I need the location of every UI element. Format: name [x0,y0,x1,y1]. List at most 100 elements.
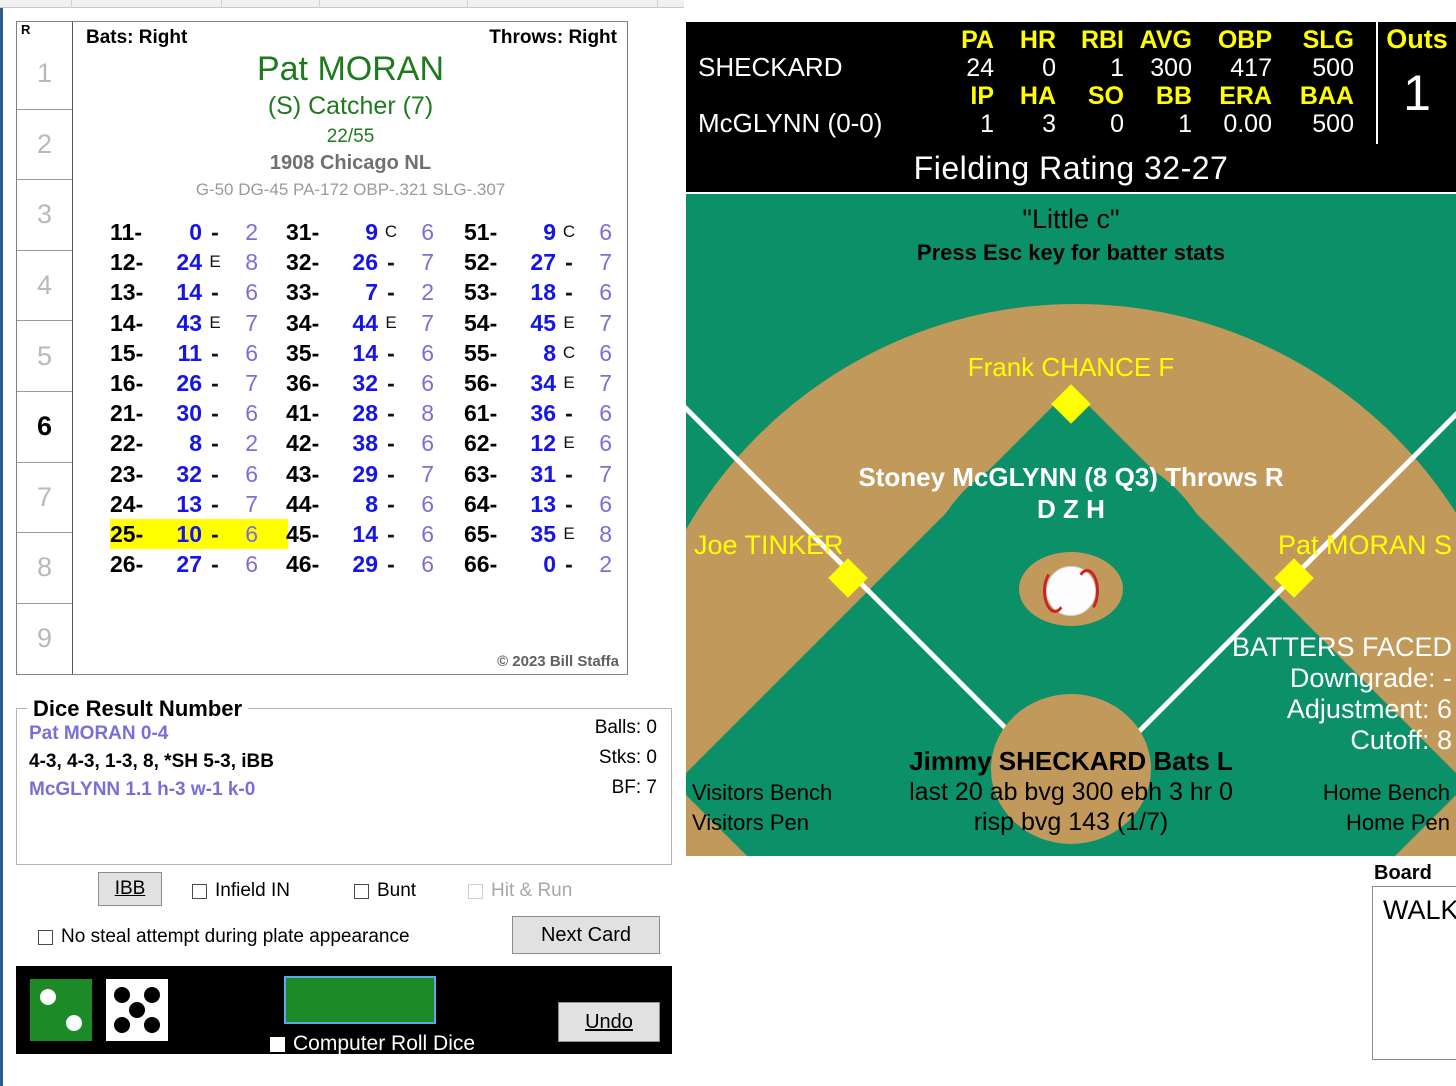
current-batter-name[interactable]: Jimmy SHECKARD Bats L [686,746,1456,777]
pit-hdrs-cell: SO [1087,82,1124,110]
infield-in-label: Infield IN [215,880,290,901]
menu-seg[interactable] [222,0,320,8]
dice-result-value: 29 [352,460,378,487]
dice-result-value: 12 [530,430,556,457]
bat-vals-cell: 500 [1312,54,1354,82]
adjustment-value: Adjustment: 6 [1286,694,1452,724]
dice-code: 53- [464,279,498,306]
white-die[interactable] [106,979,168,1041]
die-pip [144,1017,160,1033]
batter-name: SHECKARD [698,52,843,82]
green-die[interactable] [30,979,92,1041]
dice-final-value: 6 [421,219,434,245]
dice-result-value: 11 [177,339,202,366]
dice-code: 66- [464,551,498,578]
no-steal-checkbox[interactable]: No steal attempt during plate appearance [38,926,410,948]
pit-hdrs-cell: HA [1019,82,1056,110]
next-card-label: Next Card [540,923,632,946]
dice-final-value: 7 [245,369,258,396]
menu-seg[interactable] [0,0,72,8]
dice-result-number-title: Dice Result Number [27,696,249,722]
next-card-button[interactable]: Next Card [512,916,660,954]
dice-final-value: 2 [245,219,258,245]
dice-result-value: 14 [352,339,378,366]
dice-modifier: C [384,222,398,241]
undo-button[interactable]: Undo [558,1002,660,1042]
board-description-box[interactable]: WALK (Intentional) [1372,886,1456,1060]
shortstop-name[interactable]: Joe TINKER [694,530,844,561]
die-pip [114,1017,130,1033]
dice-final-value: 6 [421,551,434,578]
roll-dice-button[interactable] [284,976,436,1024]
dice-result-value: 35 [530,520,556,547]
dice-modifier: - [211,369,219,396]
computer-roll-dice-checkbox[interactable]: Computer Roll Dice [270,1032,475,1056]
fielding-rating-bar: Fielding Rating 32-27 [686,144,1456,192]
dice-modifier: - [387,249,395,276]
player-stat-line: G-50 DG-45 PA-172 OBP-.321 SLG-.307 [195,180,506,199]
dice-result-value: 9 [543,219,556,245]
outs-display: Outs 1 [1376,22,1456,144]
dice-code: 56- [464,369,498,396]
dice-modifier: - [211,400,219,427]
home-bench-link[interactable]: Home Bench [1323,780,1450,806]
throws-label: Throws: [489,27,564,48]
bunt-checkbox[interactable]: Bunt [354,880,416,902]
computer-roll-label: Computer Roll Dice [293,1032,476,1055]
inning-cell-4: 4 [17,249,72,321]
stats-header: SHECKARD McGLYNN (0-0) PA HR RBI AVG OBP SLG … [686,22,1456,144]
player-name: Pat MORAN [256,50,445,88]
dice-result-number-panel: Dice Result Number Pat MORAN 0-4 4-3, 4-… [16,696,672,865]
menu-seg[interactable] [320,0,468,8]
dice-grid-row: 21- 30-6 [110,398,288,428]
dice-final-value: 7 [421,460,434,487]
menu-seg[interactable] [468,0,658,8]
dice-modifier: E [563,433,575,453]
dice-result-value: 28 [352,400,378,427]
dice-grid-row: 32- 26-7 [286,247,464,277]
home-pen-link[interactable]: Home Pen [1346,810,1450,836]
dice-grid-column-1: 11- 0-2 12- 24 E 8 13- 14-6 14- 43 E 7 15- 11-6 16- 26-… [110,217,288,579]
first-baseman-name[interactable]: Pat MORAN S [1278,530,1452,561]
infield-in-checkbox[interactable]: Infield IN [192,880,290,902]
dice-code: 12- [110,249,144,276]
ibb-button[interactable]: IBB [98,872,162,906]
pitcher-line[interactable]: Stoney McGLYNN (8 Q3) Throws R [686,462,1456,493]
dice-final-value: 2 [245,430,258,457]
center-fielder-name[interactable]: Frank CHANCE F [686,352,1456,383]
inning-cell-6: 6 [17,390,72,462]
dice-grid-row: 55- 8 C 6 [464,338,642,368]
dice-result-value: 24 [176,249,202,276]
menu-seg[interactable] [72,0,222,8]
dice-code: 33- [286,279,320,306]
dice-modifier: C [562,222,576,241]
dice-code: 61- [464,400,498,427]
dice-grid-row: 33- 7-2 [286,277,464,307]
downgrade-value: Downgrade: - [1289,663,1452,693]
dice-modifier: E [209,312,221,332]
dice-modifier: - [211,520,219,547]
dice-result-value: 26 [352,249,378,276]
dice-modifier: E [209,252,221,272]
dice-code: 13- [110,279,144,306]
dice-code: 14- [110,309,144,336]
dice-final-value: 7 [421,249,434,276]
visitors-bench-link[interactable]: Visitors Bench [692,780,832,806]
bat-vals-cell: 1 [1110,54,1124,82]
visitors-pen-link[interactable]: Visitors Pen [692,810,809,836]
dice-modifier: - [565,279,573,306]
dice-grid-row: 31- 9 C 6 [286,217,464,247]
dice-grid-row: 26- 27-6 [110,549,288,579]
esc-key-tip: Press Esc key for batter stats [916,240,1226,265]
throws-value: Right [568,27,617,48]
baseball-field[interactable]: "Little c" Press Esc key for batter stat… [686,194,1456,856]
dice-result-value: 0 [189,219,202,245]
bat-hdrs-cell: SLG [1302,26,1354,54]
dice-code: 45- [286,520,320,547]
dice-result-value: 13 [530,490,556,517]
bat-vals-cell: 417 [1230,54,1272,82]
dice-grid-row: 63- 31-7 [464,459,642,489]
dice-final-value: 6 [245,400,258,427]
dice-result-grid: 11- 0-2 12- 24 E 8 13- 14-6 14- 43 E 7 15- 11-6 16- 26-… [74,217,627,617]
dice-code: 44- [286,490,320,517]
